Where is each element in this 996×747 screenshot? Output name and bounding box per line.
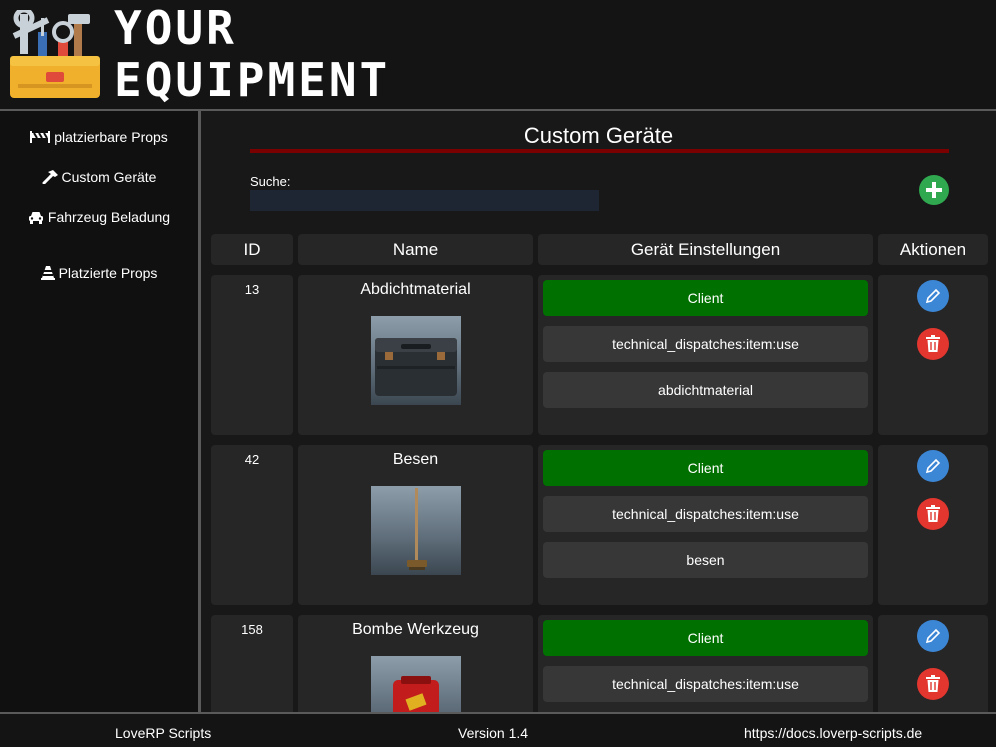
add-device-button[interactable] — [919, 175, 949, 205]
broom-image-icon — [407, 488, 427, 570]
column-header-name: Name — [298, 234, 533, 265]
sidebar-item-label: Fahrzeug Beladung — [47, 209, 171, 225]
item-thumbnail — [371, 656, 461, 712]
row-id: 158 — [211, 615, 293, 712]
trash-icon — [926, 505, 940, 522]
sidebar-item-vehicle-loading[interactable]: Fahrzeug Beladung — [0, 209, 198, 225]
trash-icon — [926, 335, 940, 352]
sidebar-item-placed-props[interactable]: Platzierte Props — [0, 265, 198, 281]
row-settings-cell: Client technical_dispatches:item:use bes… — [538, 445, 873, 605]
row-id: 13 — [211, 275, 293, 435]
row-settings-cell: Client technical_dispatches:item:use abd… — [538, 275, 873, 435]
header: YOUR EQUIPMENT — [0, 0, 996, 109]
car-icon — [28, 211, 43, 224]
app-title-line-2: EQUIPMENT — [114, 53, 391, 107]
setting-item-name[interactable]: abdichtmaterial — [543, 372, 868, 408]
setting-event[interactable]: technical_dispatches:item:use — [543, 326, 868, 362]
setting-client[interactable]: Client — [543, 280, 868, 316]
pencil-icon — [925, 628, 941, 644]
edit-button[interactable] — [917, 620, 949, 652]
traffic-cone-icon — [40, 266, 55, 280]
edit-button[interactable] — [917, 280, 949, 312]
app-title: YOUR EQUIPMENT — [114, 2, 390, 106]
item-thumbnail — [371, 486, 461, 575]
delete-button[interactable] — [917, 498, 949, 530]
edit-button[interactable] — [917, 450, 949, 482]
sidebar-item-label: Platzierte Props — [58, 265, 158, 281]
row-name-cell: Besen — [298, 445, 533, 605]
trash-icon — [926, 675, 940, 692]
search-input[interactable] — [250, 190, 599, 211]
toolbox-image-icon — [375, 338, 457, 396]
sidebar: platzierbare Props Custom Geräte Fahrzeu… — [0, 111, 198, 712]
bomb-tool-image-icon — [393, 676, 439, 712]
column-header-settings: Gerät Einstellungen — [538, 234, 873, 265]
row-actions-cell — [878, 615, 988, 712]
setting-client[interactable]: Client — [543, 450, 868, 486]
row-name: Abdichtmaterial — [360, 281, 471, 298]
sidebar-item-custom-devices[interactable]: Custom Geräte — [0, 169, 198, 185]
app-title-line-1: YOUR — [114, 1, 237, 55]
item-thumbnail — [371, 316, 461, 405]
pencil-icon — [925, 458, 941, 474]
search-label: Suche: — [250, 174, 291, 189]
delete-button[interactable] — [917, 668, 949, 700]
row-settings-cell: Client technical_dispatches:item:use — [538, 615, 873, 712]
pencil-icon — [925, 288, 941, 304]
row-name: Bombe Werkzeug — [352, 621, 479, 638]
row-actions-cell — [878, 275, 988, 435]
setting-event[interactable]: technical_dispatches:item:use — [543, 496, 868, 532]
row-name-cell: Abdichtmaterial — [298, 275, 533, 435]
setting-item-name[interactable]: besen — [543, 542, 868, 578]
footer-docs-link[interactable]: https://docs.loverp-scripts.de — [744, 725, 922, 741]
sidebar-item-label: Custom Geräte — [61, 169, 157, 185]
hammer-icon — [42, 170, 58, 184]
main-panel: Custom Geräte Suche: ID Name Gerät Einst… — [201, 111, 996, 712]
footer: LoveRP Scripts Version 1.4 https://docs.… — [0, 714, 996, 747]
title-underline — [250, 149, 949, 153]
delete-button[interactable] — [917, 328, 949, 360]
toolbox-logo-icon — [10, 10, 100, 98]
barrier-icon — [30, 131, 51, 143]
row-actions-cell — [878, 445, 988, 605]
sidebar-item-label: platzierbare Props — [54, 129, 168, 145]
sidebar-item-placeable-props[interactable]: platzierbare Props — [0, 129, 198, 145]
setting-client[interactable]: Client — [543, 620, 868, 656]
row-id: 42 — [211, 445, 293, 605]
footer-version: Version 1.4 — [458, 725, 529, 741]
column-header-actions: Aktionen — [878, 234, 988, 265]
row-name-cell: Bombe Werkzeug — [298, 615, 533, 712]
footer-brand: LoveRP Scripts — [115, 725, 212, 741]
column-header-id: ID — [211, 234, 293, 265]
page-title: Custom Geräte — [523, 123, 674, 148]
row-name: Besen — [392, 451, 439, 468]
setting-event[interactable]: technical_dispatches:item:use — [543, 666, 868, 702]
